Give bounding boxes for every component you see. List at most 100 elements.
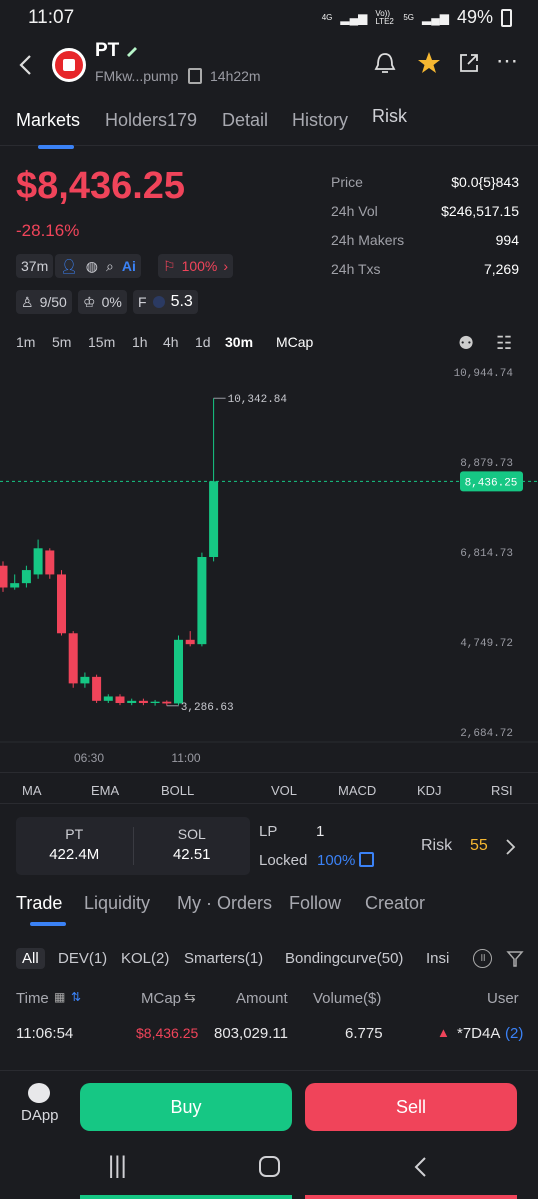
calendar-icon[interactable]: ▦	[54, 990, 65, 1004]
f-label: F	[138, 294, 147, 310]
age-chip: 37m	[16, 254, 54, 278]
interval-1d[interactable]: 1d	[195, 334, 211, 350]
indicator-rsi[interactable]: RSI	[491, 783, 513, 798]
candle-body	[92, 676, 102, 701]
liquidity-pool-card: PT 422.4M SOL 42.51	[16, 817, 250, 875]
pt-label: PT	[65, 826, 84, 842]
row-amount: 803,029.11	[214, 1025, 288, 1042]
row-user[interactable]: *7D4A	[457, 1025, 500, 1042]
candle-body	[80, 676, 90, 684]
tab-history[interactable]: History	[292, 110, 348, 131]
x-tick-label: 06:30	[74, 751, 104, 765]
tab-liquidity[interactable]: Liquidity	[84, 893, 150, 914]
tab-follow[interactable]: Follow	[289, 893, 341, 914]
high-label: 10,342.84	[228, 394, 288, 406]
star-icon[interactable]	[416, 50, 442, 76]
row-volume: 6.775	[345, 1025, 383, 1042]
mcap-toggle[interactable]: MCap	[276, 334, 313, 350]
pt-cell: PT 422.4M	[16, 817, 133, 875]
external-link-icon[interactable]	[359, 852, 374, 867]
copy-icon[interactable]	[188, 68, 202, 84]
pause-icon[interactable]: ॥	[473, 949, 492, 968]
filter-all[interactable]: All	[16, 948, 45, 969]
user-icon: 👤︎	[60, 257, 78, 274]
tab-holders[interactable]: Holders179	[105, 110, 197, 131]
indicator-ema[interactable]: EMA	[91, 783, 119, 798]
interval-30m[interactable]: 30m	[225, 334, 253, 350]
interval-4h[interactable]: 4h	[163, 334, 179, 350]
back-nav-icon[interactable]	[413, 1156, 429, 1178]
drawing-icon[interactable]: ⚉	[458, 333, 474, 354]
coin-icon	[152, 296, 165, 308]
price-change: -28.16%	[16, 221, 80, 240]
interval-5m[interactable]: 5m	[52, 334, 71, 350]
filter-smarters[interactable]: Smarters(1)	[184, 950, 263, 967]
dapp-label[interactable]: DApp	[21, 1107, 59, 1124]
risk-score: 55	[470, 837, 488, 854]
candle-body	[174, 639, 183, 704]
stat-value: 994	[495, 232, 519, 248]
indicator-kdj[interactable]: KDJ	[417, 783, 442, 798]
risk-label[interactable]: Risk	[421, 837, 452, 855]
tab-markets[interactable]: Markets	[16, 110, 80, 149]
sort-icon[interactable]: ⇅	[71, 990, 81, 1004]
share-icon[interactable]	[457, 51, 481, 75]
col-mcap[interactable]: MCap	[141, 990, 181, 1007]
swap-icon[interactable]: ⇆	[184, 989, 196, 1006]
candle-body	[162, 701, 172, 704]
tab-detail[interactable]: Detail	[222, 110, 268, 131]
network-4g: 4G	[321, 12, 333, 22]
tab-my-orders[interactable]: My · Orders	[177, 893, 272, 914]
run-icon: ⚐	[163, 257, 176, 274]
interval-15m[interactable]: 15m	[88, 334, 115, 350]
edit-icon[interactable]	[125, 43, 139, 57]
settings-icon[interactable]: ☷	[496, 333, 512, 354]
interval-1m[interactable]: 1m	[16, 334, 35, 350]
tab-risk[interactable]: Risk	[372, 106, 407, 127]
signal-icon: ▂▄▆	[340, 10, 368, 25]
chevron-right-icon: ›	[223, 258, 229, 274]
filter-kol[interactable]: KOL(2)	[121, 950, 169, 967]
low-label: 3,286.63	[181, 702, 234, 714]
candle-body	[115, 696, 125, 704]
price-chart[interactable]: 10,944.74 8,879.73 6,814.73 4,749.72 2,684.7…	[0, 360, 538, 770]
row-mcap: $8,436.25	[136, 1025, 199, 1041]
network-lte: Vo)) LTE2	[375, 8, 394, 26]
filter-dev[interactable]: DEV(1)	[58, 950, 107, 967]
bell-icon[interactable]	[373, 51, 397, 77]
col-volume: Volume($)	[313, 990, 382, 1007]
tab-trade[interactable]: Trade	[16, 893, 67, 926]
filter-insider[interactable]: Insi	[426, 950, 456, 967]
token-avatar	[52, 48, 86, 82]
sol-label: SOL	[177, 826, 206, 842]
buy-button[interactable]: Buy	[80, 1083, 292, 1131]
more-icon[interactable]: ⋯	[496, 48, 519, 74]
indicator-vol[interactable]: VOL	[271, 783, 297, 798]
token-address[interactable]: FMkw...pump	[95, 68, 178, 84]
home-icon[interactable]	[259, 1156, 280, 1177]
col-user: User	[487, 990, 519, 1007]
filter-bondingcurve[interactable]: Bondingcurve(50)	[285, 950, 403, 967]
signal-icon-2: ▂▄▆	[422, 10, 449, 25]
dapp-icon[interactable]	[28, 1083, 50, 1103]
interval-1h[interactable]: 1h	[132, 334, 148, 350]
col-amount: Amount	[236, 990, 288, 1007]
sell-chip[interactable]: ⚐ 100% ›	[158, 254, 234, 278]
sell-button[interactable]: Sell	[305, 1083, 517, 1131]
candle-body	[21, 570, 31, 584]
recent-apps-icon[interactable]: |||	[108, 1152, 127, 1180]
candle-body	[10, 583, 20, 588]
tools-chip[interactable]: 👤︎ ◍ ⌕ Ai	[55, 254, 141, 278]
chevron-right-icon[interactable]	[505, 838, 517, 856]
stat-label: Price	[331, 174, 363, 190]
indicator-ma[interactable]: MA	[22, 783, 42, 798]
indicator-macd[interactable]: MACD	[338, 783, 376, 798]
filter-icon[interactable]	[506, 950, 524, 968]
locked-value: 100%	[317, 852, 356, 869]
indicator-boll[interactable]: BOLL	[161, 783, 194, 798]
back-icon[interactable]	[18, 54, 34, 76]
lp-label: LP	[259, 823, 278, 840]
tab-creator[interactable]: Creator	[365, 893, 425, 914]
current-price: $8,436.25	[16, 165, 186, 207]
col-time[interactable]: Time	[16, 990, 49, 1007]
